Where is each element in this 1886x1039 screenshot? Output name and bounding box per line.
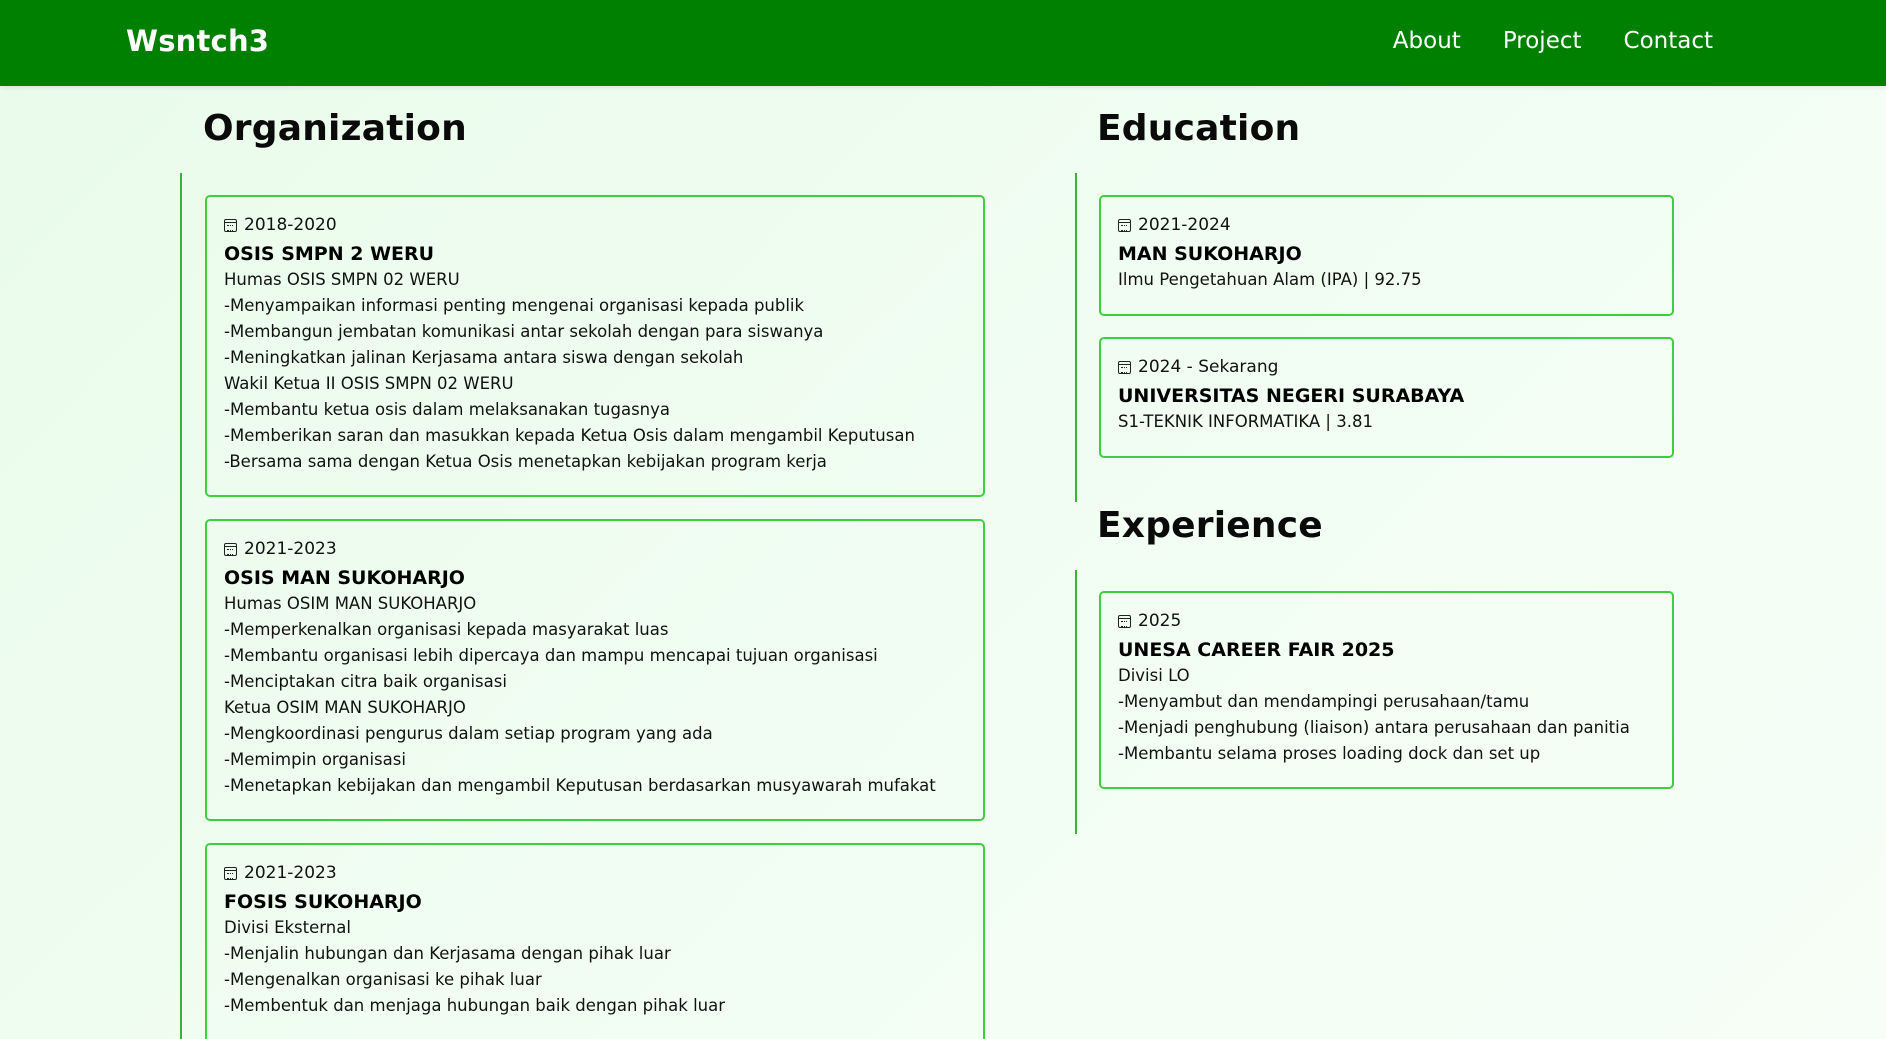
nav-links: About Project Contact — [1393, 28, 1713, 54]
card-line: -Menjadi penghubung (liaison) antara per… — [1118, 718, 1630, 737]
card-line: Humas OSIM MAN SUKOHARJO — [224, 594, 477, 613]
brand-logo[interactable]: Wsntch3 — [126, 24, 269, 58]
card-title: UNIVERSITAS NEGERI SURABAYA — [1118, 385, 1465, 407]
card-line: Wakil Ketua II OSIS SMPN 02 WERU — [224, 374, 514, 393]
calendar-icon — [1118, 614, 1131, 628]
card-title: OSIS SMPN 2 WERU — [224, 243, 435, 265]
card-line: Ketua OSIM MAN SUKOHARJO — [224, 698, 466, 717]
card-line: -Membantu organisasi lebih dipercaya dan… — [224, 646, 878, 665]
organization-card-3: 2021-2023 FOSIS SUKOHARJO Divisi Ekstern… — [205, 843, 985, 1039]
card-date: 2021-2024 — [1138, 215, 1231, 235]
experience-timeline-line — [1075, 570, 1077, 834]
card-date: 2024 - Sekarang — [1138, 357, 1279, 377]
card-line: -Membantu ketua osis dalam melaksanakan … — [224, 400, 671, 419]
education-card-2: 2024 - Sekarang UNIVERSITAS NEGERI SURAB… — [1099, 337, 1674, 458]
card-line: -Membantu selama proses loading dock dan… — [1118, 744, 1541, 763]
card-line: -Menyambut dan mendampingi perusahaan/ta… — [1118, 692, 1530, 711]
organization-timeline-line — [180, 173, 182, 1039]
calendar-icon — [224, 218, 237, 232]
navbar: Wsntch3 About Project Contact — [0, 0, 1886, 86]
card-line: -Memimpin organisasi — [224, 750, 406, 769]
card-line: -Meningkatkan jalinan Kerjasama antara s… — [224, 348, 744, 367]
calendar-icon — [224, 866, 237, 880]
card-date: 2025 — [1138, 611, 1182, 631]
card-line: -Mengkoordinasi pengurus dalam setiap pr… — [224, 724, 713, 743]
calendar-icon — [224, 542, 237, 556]
card-line: Divisi LO — [1118, 666, 1190, 685]
card-title: UNESA CAREER FAIR 2025 — [1118, 639, 1395, 661]
experience-heading: Experience — [1097, 505, 1323, 546]
card-line: Divisi Eksternal — [224, 918, 351, 937]
nav-link-contact[interactable]: Contact — [1624, 28, 1713, 54]
card-line: Humas OSIS SMPN 02 WERU — [224, 270, 460, 289]
card-line: Ilmu Pengetahuan Alam (IPA) | 92.75 — [1118, 270, 1422, 289]
nav-link-project[interactable]: Project — [1503, 28, 1582, 54]
card-date: 2021-2023 — [244, 863, 337, 883]
education-timeline-line — [1075, 173, 1077, 502]
card-line: -Menetapkan kebijakan dan mengambil Kepu… — [224, 776, 936, 795]
card-line: S1-TEKNIK INFORMATIKA | 3.81 — [1118, 412, 1373, 431]
card-line: -Memperkenalkan organisasi kepada masyar… — [224, 620, 669, 639]
education-card-1: 2021-2024 MAN SUKOHARJO Ilmu Pengetahuan… — [1099, 195, 1674, 316]
card-date: 2021-2023 — [244, 539, 337, 559]
card-line: -Memberikan saran dan masukkan kepada Ke… — [224, 426, 915, 445]
nav-link-about[interactable]: About — [1393, 28, 1461, 54]
calendar-icon — [1118, 218, 1131, 232]
experience-card-1: 2025 UNESA CAREER FAIR 2025 Divisi LO -M… — [1099, 591, 1674, 789]
card-line: -Menyampaikan informasi penting mengenai… — [224, 296, 805, 315]
organization-card-1: 2018-2020 OSIS SMPN 2 WERU Humas OSIS SM… — [205, 195, 985, 497]
card-title: OSIS MAN SUKOHARJO — [224, 567, 465, 589]
card-date: 2018-2020 — [244, 215, 337, 235]
card-line: -Menciptakan citra baik organisasi — [224, 672, 507, 691]
card-line: -Mengenalkan organisasi ke pihak luar — [224, 970, 542, 989]
education-heading: Education — [1097, 108, 1301, 149]
organization-heading: Organization — [203, 108, 467, 149]
organization-card-2: 2021-2023 OSIS MAN SUKOHARJO Humas OSIM … — [205, 519, 985, 821]
card-title: MAN SUKOHARJO — [1118, 243, 1302, 265]
card-line: -Membentuk dan menjaga hubungan baik den… — [224, 996, 726, 1015]
card-line: -Menjalin hubungan dan Kerjasama dengan … — [224, 944, 671, 963]
card-title: FOSIS SUKOHARJO — [224, 891, 422, 913]
card-line: -Membangun jembatan komunikasi antar sek… — [224, 322, 824, 341]
card-line: -Bersama sama dengan Ketua Osis menetapk… — [224, 452, 827, 471]
calendar-icon — [1118, 360, 1131, 374]
